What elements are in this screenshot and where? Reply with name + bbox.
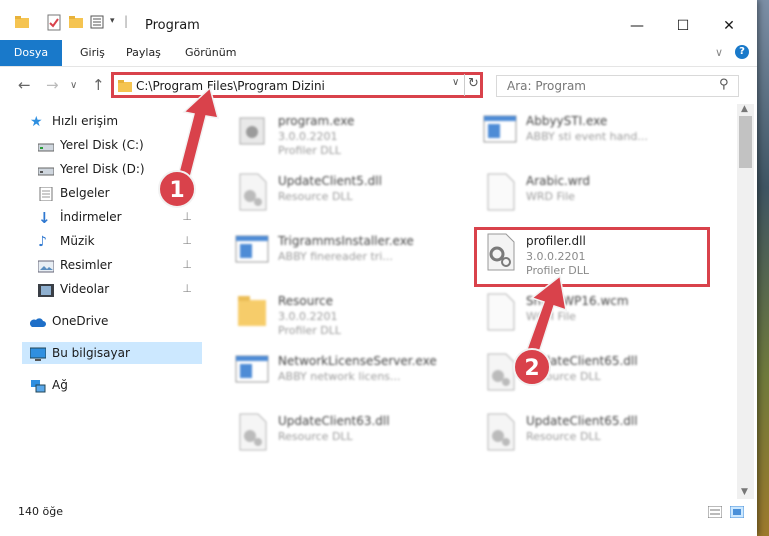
step-2-badge: 2 <box>513 348 551 386</box>
arrow-1-icon <box>177 86 220 179</box>
step-1-badge: 1 <box>158 170 196 208</box>
arrow-2-icon <box>525 274 567 357</box>
annotation-arrows <box>177 86 567 357</box>
